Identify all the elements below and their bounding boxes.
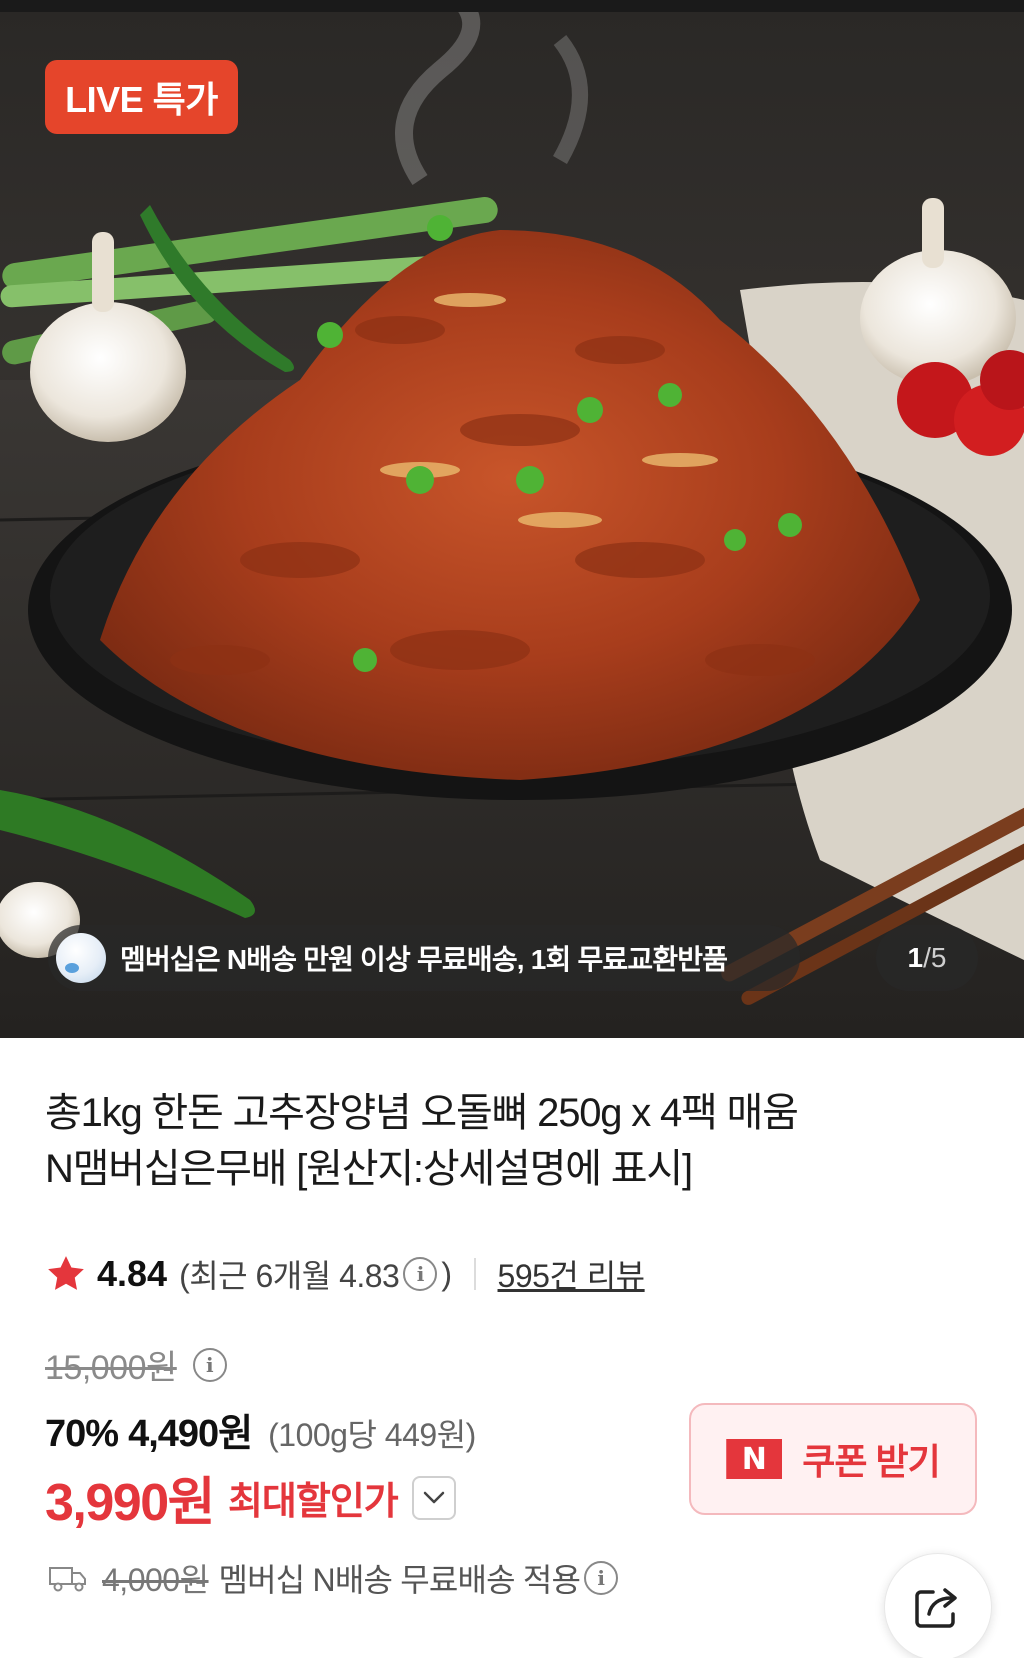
sale-price-row: 70% 4,490원 (100g당 449원) xyxy=(45,1402,476,1457)
share-icon xyxy=(915,1588,957,1628)
membership-notice-text: 멤버십은 N배송 만원 이상 무료배송, 1회 무료교환반품 xyxy=(120,944,728,975)
truck-icon xyxy=(49,1567,86,1592)
review-count-link[interactable]: 595건 리뷰 xyxy=(498,1251,646,1297)
product-title-line-2: N맴버십은무배 [원산지:상세설명에 표시] xyxy=(45,1147,693,1191)
naver-n-logo: N xyxy=(726,1439,783,1479)
globe-icon xyxy=(56,933,106,983)
counter-separator: / xyxy=(923,942,931,973)
divider xyxy=(473,1258,476,1290)
product-image-carousel[interactable]: LIVE 특가 멤버십은 N배송 만원 이상 무료배송, 1회 무료교환반품 1… xyxy=(0,0,1024,1038)
rating-row: 4.84 (최근 6개월 4.83 i ) 595건 리뷰 xyxy=(45,1252,645,1296)
recent-rating: (최근 6개월 4.83 i ) xyxy=(179,1251,452,1297)
recent-rating-close: ) xyxy=(441,1255,452,1292)
discount-rate: 70% xyxy=(45,1413,119,1455)
max-discount-toggle[interactable] xyxy=(411,1475,456,1520)
unit-price: (100g당 449원) xyxy=(268,1417,476,1453)
chevron-down-icon xyxy=(423,1491,445,1503)
rating-score: 4.84 xyxy=(97,1253,168,1294)
price-info-icon[interactable]: i xyxy=(192,1347,227,1382)
original-price: 15,000원 xyxy=(45,1349,177,1387)
coupon-download-button[interactable]: N 쿠폰 받기 xyxy=(689,1403,977,1515)
max-discount-label: 최대할인가 xyxy=(227,1481,399,1523)
original-price-row: 15,000원 i xyxy=(45,1340,231,1389)
max-discount-price: 3,990원 xyxy=(45,1474,215,1532)
info-icon[interactable]: i xyxy=(403,1257,438,1291)
counter-total: 5 xyxy=(930,942,947,973)
recent-rating-text: (최근 6개월 4.83 xyxy=(179,1258,400,1294)
live-special-badge: LIVE 특가 xyxy=(45,60,238,134)
star-icon xyxy=(48,1256,84,1290)
product-photo xyxy=(0,0,1024,1038)
share-button[interactable] xyxy=(884,1553,992,1658)
counter-current: 1 xyxy=(907,942,924,973)
shipping-row: 4,000원 멤버십 N배송 무료배송 적용 i xyxy=(48,1555,622,1601)
shipping-info-icon[interactable]: i xyxy=(584,1561,619,1595)
coupon-label: 쿠폰 받기 xyxy=(802,1441,940,1482)
shipping-benefit-text: 멤버십 N배송 무료배송 적용 xyxy=(218,1562,581,1598)
sale-price: 4,490원 xyxy=(128,1413,253,1455)
original-shipping-fee: 4,000원 xyxy=(102,1562,209,1598)
image-page-counter: 1 / 5 xyxy=(876,925,978,991)
product-title: 총1kg 한돈 고추장양념 오돌뼈 250g x 4팩 매움 N맴버십은무배 [… xyxy=(45,1085,945,1197)
membership-notice-banner[interactable]: 멤버십은 N배송 만원 이상 무료배송, 1회 무료교환반품 xyxy=(48,925,800,991)
max-discount-row: 3,990원 최대할인가 xyxy=(45,1460,456,1535)
product-title-line-1: 총1kg 한돈 고추장양념 오돌뼈 250g x 4팩 매움 xyxy=(45,1091,799,1135)
